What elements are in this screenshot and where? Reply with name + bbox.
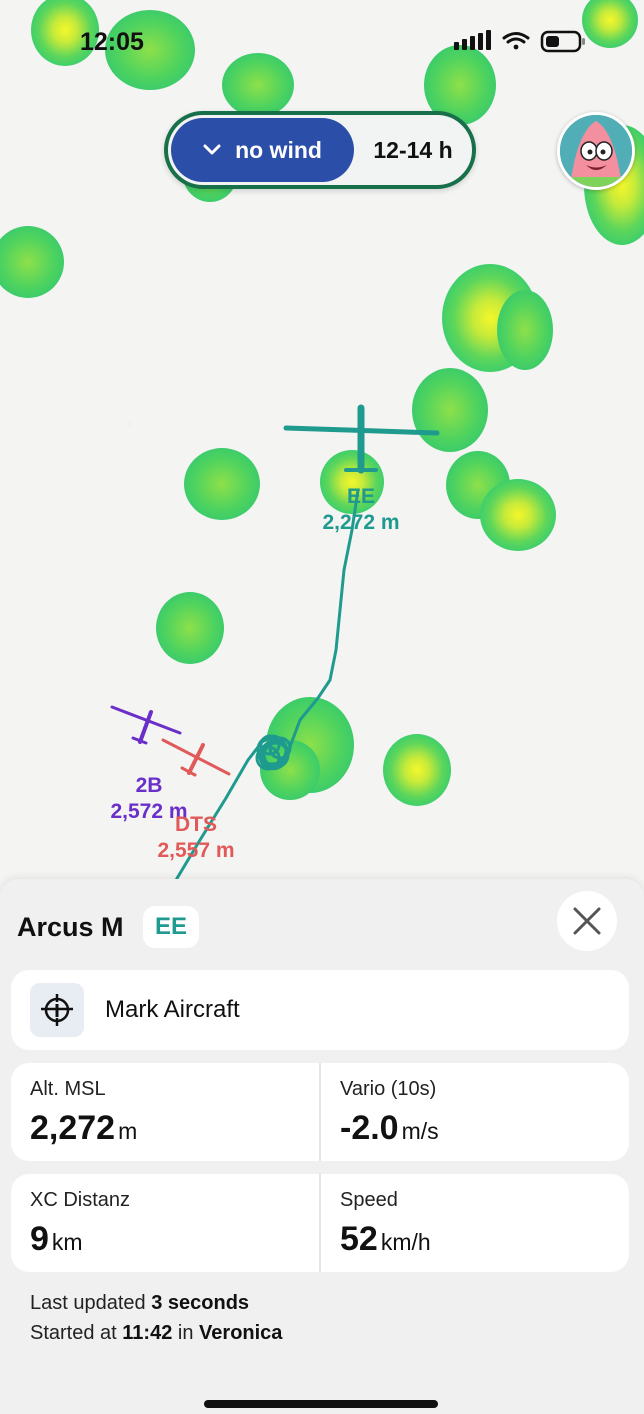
aircraft-type: Arcus M: [17, 912, 124, 942]
aircraft-label-dts[interactable]: DTS 2,557 m: [151, 812, 241, 864]
stat-value: 9 km: [30, 1220, 83, 1259]
time-range-button[interactable]: 12-14 h: [354, 137, 472, 164]
stats-row-2: XC Distanz 9 km Speed 52 km/h: [11, 1174, 629, 1272]
wifi-icon: [502, 32, 530, 50]
stat-unit: km/h: [380, 1229, 431, 1255]
status-icons: [454, 30, 590, 61]
stat-value: 52 km/h: [340, 1220, 431, 1259]
stat-unit: m: [118, 1118, 138, 1144]
aircraft-label-ee[interactable]: EE 2,272 m: [316, 484, 406, 536]
stat-label: Speed: [340, 1189, 398, 1211]
stat-number: 52: [340, 1220, 378, 1258]
wind-dropdown-button[interactable]: no wind: [171, 118, 354, 182]
altitude-ee: 2,272 m: [322, 511, 400, 534]
last-updated-value: 3 seconds: [151, 1292, 250, 1314]
callsign-2b: 2B: [135, 774, 163, 797]
mark-aircraft-button[interactable]: Mark Aircraft: [11, 970, 629, 1050]
started-place: Veronica: [199, 1322, 283, 1344]
battery-icon: [540, 30, 585, 53]
stat-number: 2,272: [30, 1109, 116, 1147]
glider-icon-dts[interactable]: [161, 738, 231, 777]
stat-label: Alt. MSL: [30, 1078, 106, 1100]
stat-altitude: Alt. MSL 2,272 m: [11, 1063, 319, 1161]
stat-vario: Vario (10s) -2.0 m/s: [319, 1063, 629, 1161]
status-time: 12:05: [80, 28, 144, 56]
wind-label: no wind: [235, 136, 322, 163]
mark-aircraft-label: Mark Aircraft: [105, 996, 240, 1023]
started-time: 11:42: [122, 1322, 173, 1344]
close-button[interactable]: [557, 891, 617, 951]
aircraft-detail-sheet: Arcus M EE Mark Aircraft Alt. MSL 2,272 m…: [0, 879, 644, 1414]
cellular-signal-icon: [454, 30, 491, 50]
callsign-ee: EE: [346, 485, 375, 508]
last-updated-text: Last updated 3 seconds: [30, 1292, 249, 1315]
close-icon: [573, 907, 601, 935]
stat-label: Vario (10s): [340, 1078, 437, 1100]
stat-number: -2.0: [340, 1109, 399, 1147]
stats-row-1: Alt. MSL 2,272 m Vario (10s) -2.0 m/s: [11, 1063, 629, 1161]
stat-unit: km: [51, 1229, 83, 1255]
stat-speed: Speed 52 km/h: [319, 1174, 629, 1272]
stat-unit: m/s: [401, 1118, 439, 1144]
stat-xc-distance: XC Distanz 9 km: [11, 1174, 319, 1272]
chevron-down-icon: [203, 144, 221, 156]
home-indicator[interactable]: [204, 1400, 438, 1408]
started-prefix: Started at: [30, 1322, 117, 1344]
stat-number: 9: [30, 1220, 49, 1258]
stat-label: XC Distanz: [30, 1189, 131, 1211]
altitude-dts: 2,557 m: [157, 839, 235, 862]
crosshair-glider-icon: [30, 983, 84, 1037]
profile-picture-icon: [560, 115, 632, 187]
avatar[interactable]: [557, 112, 635, 190]
stat-value: 2,272 m: [30, 1109, 137, 1148]
glider-icon-2b[interactable]: [110, 705, 182, 745]
wind-time-selector: no wind 12-14 h: [164, 111, 476, 189]
last-updated-prefix: Last updated: [30, 1292, 146, 1314]
started-mid: in: [177, 1322, 194, 1344]
stat-value: -2.0 m/s: [340, 1109, 439, 1148]
callsign-dts: DTS: [175, 813, 217, 836]
started-text: Started at 11:42 in Veronica: [30, 1322, 282, 1345]
registration-badge: EE: [143, 906, 199, 948]
